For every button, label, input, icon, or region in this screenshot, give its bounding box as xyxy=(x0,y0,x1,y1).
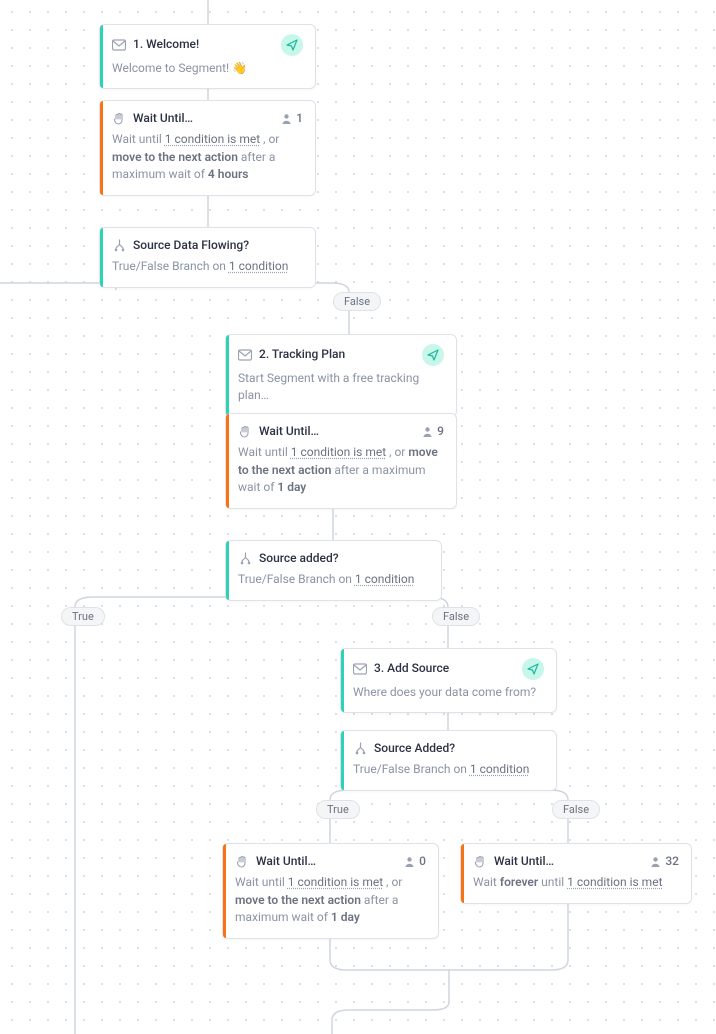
person-icon xyxy=(422,426,433,438)
count-value: 0 xyxy=(419,853,426,870)
node-subtitle: Welcome to Segment! 👋 xyxy=(112,60,303,77)
accent-bar xyxy=(100,25,103,88)
node-title: 2. Tracking Plan xyxy=(259,346,415,363)
node-branch-source-added[interactable]: Source added? True/False Branch on 1 con… xyxy=(225,540,442,601)
node-description: Wait until 1 condition is met , or move … xyxy=(235,874,426,926)
accent-bar xyxy=(226,414,229,508)
hand-icon xyxy=(235,855,249,869)
node-branch-source-added-2[interactable]: Source Added? True/False Branch on 1 con… xyxy=(340,730,557,791)
hand-icon xyxy=(473,855,487,869)
accent-bar xyxy=(461,844,464,903)
node-description: Wait forever until 1 condition is met xyxy=(473,874,679,891)
accent-bar xyxy=(223,844,226,938)
person-count: 1 xyxy=(281,110,303,127)
node-subtitle: Where does your data come from? xyxy=(353,684,544,701)
node-title: Wait Until… xyxy=(256,853,397,870)
person-icon xyxy=(650,856,661,868)
branch-label-false: False xyxy=(333,292,381,311)
person-count: 0 xyxy=(404,853,426,870)
node-title: Source Added? xyxy=(374,740,544,757)
send-icon xyxy=(281,34,303,56)
hand-icon xyxy=(112,112,126,126)
branch-icon xyxy=(238,552,252,566)
person-count: 9 xyxy=(422,423,444,440)
node-title: 3. Add Source xyxy=(374,660,515,677)
branch-label-true: True xyxy=(61,607,105,626)
flow-canvas[interactable]: 1. Welcome! Welcome to Segment! 👋 Wait U… xyxy=(0,0,716,1034)
accent-bar xyxy=(341,731,344,790)
node-wait-3[interactable]: Wait Until… 0 Wait until 1 condition is … xyxy=(222,843,439,939)
node-wait-2[interactable]: Wait Until… 9 Wait until 1 condition is … xyxy=(225,413,457,509)
node-title: Wait Until… xyxy=(494,853,643,870)
person-count: 32 xyxy=(650,853,679,870)
branch-label-false: False xyxy=(552,800,600,819)
email-icon xyxy=(353,662,367,676)
email-icon xyxy=(112,38,126,52)
node-description: True/False Branch on 1 condition xyxy=(112,258,303,275)
send-icon xyxy=(422,344,444,366)
count-value: 1 xyxy=(296,110,303,127)
node-welcome-email[interactable]: 1. Welcome! Welcome to Segment! 👋 xyxy=(99,24,316,89)
accent-bar xyxy=(341,649,344,712)
node-description: Wait until 1 condition is met , or move … xyxy=(238,444,444,496)
email-icon xyxy=(238,348,252,362)
send-icon xyxy=(522,658,544,680)
branch-label-true: True xyxy=(316,800,360,819)
node-tracking-plan-email[interactable]: 2. Tracking Plan Start Segment with a fr… xyxy=(225,334,457,417)
node-description: True/False Branch on 1 condition xyxy=(238,571,429,588)
hand-icon xyxy=(238,425,252,439)
node-title: Wait Until… xyxy=(133,110,274,127)
node-add-source-email[interactable]: 3. Add Source Where does your data come … xyxy=(340,648,557,713)
node-description: True/False Branch on 1 condition xyxy=(353,761,544,778)
person-icon xyxy=(404,856,415,868)
node-title: Wait Until… xyxy=(259,423,415,440)
node-title: Source added? xyxy=(259,550,429,567)
node-title: 1. Welcome! xyxy=(133,36,274,53)
branch-label-false: False xyxy=(432,607,480,626)
node-wait-1[interactable]: Wait Until… 1 Wait until 1 condition is … xyxy=(99,100,316,196)
accent-bar xyxy=(100,228,103,287)
node-subtitle: Start Segment with a free tracking plan… xyxy=(238,370,444,405)
branch-icon xyxy=(353,742,367,756)
branch-icon xyxy=(112,239,126,253)
node-wait-4[interactable]: Wait Until… 32 Wait forever until 1 cond… xyxy=(460,843,692,904)
node-branch-source-data-flowing[interactable]: Source Data Flowing? True/False Branch o… xyxy=(99,227,316,288)
accent-bar xyxy=(100,101,103,195)
accent-bar xyxy=(226,541,229,600)
accent-bar xyxy=(226,335,229,416)
count-value: 9 xyxy=(437,423,444,440)
node-title: Source Data Flowing? xyxy=(133,237,303,254)
node-description: Wait until 1 condition is met , or move … xyxy=(112,131,303,183)
count-value: 32 xyxy=(665,853,679,870)
person-icon xyxy=(281,113,292,125)
